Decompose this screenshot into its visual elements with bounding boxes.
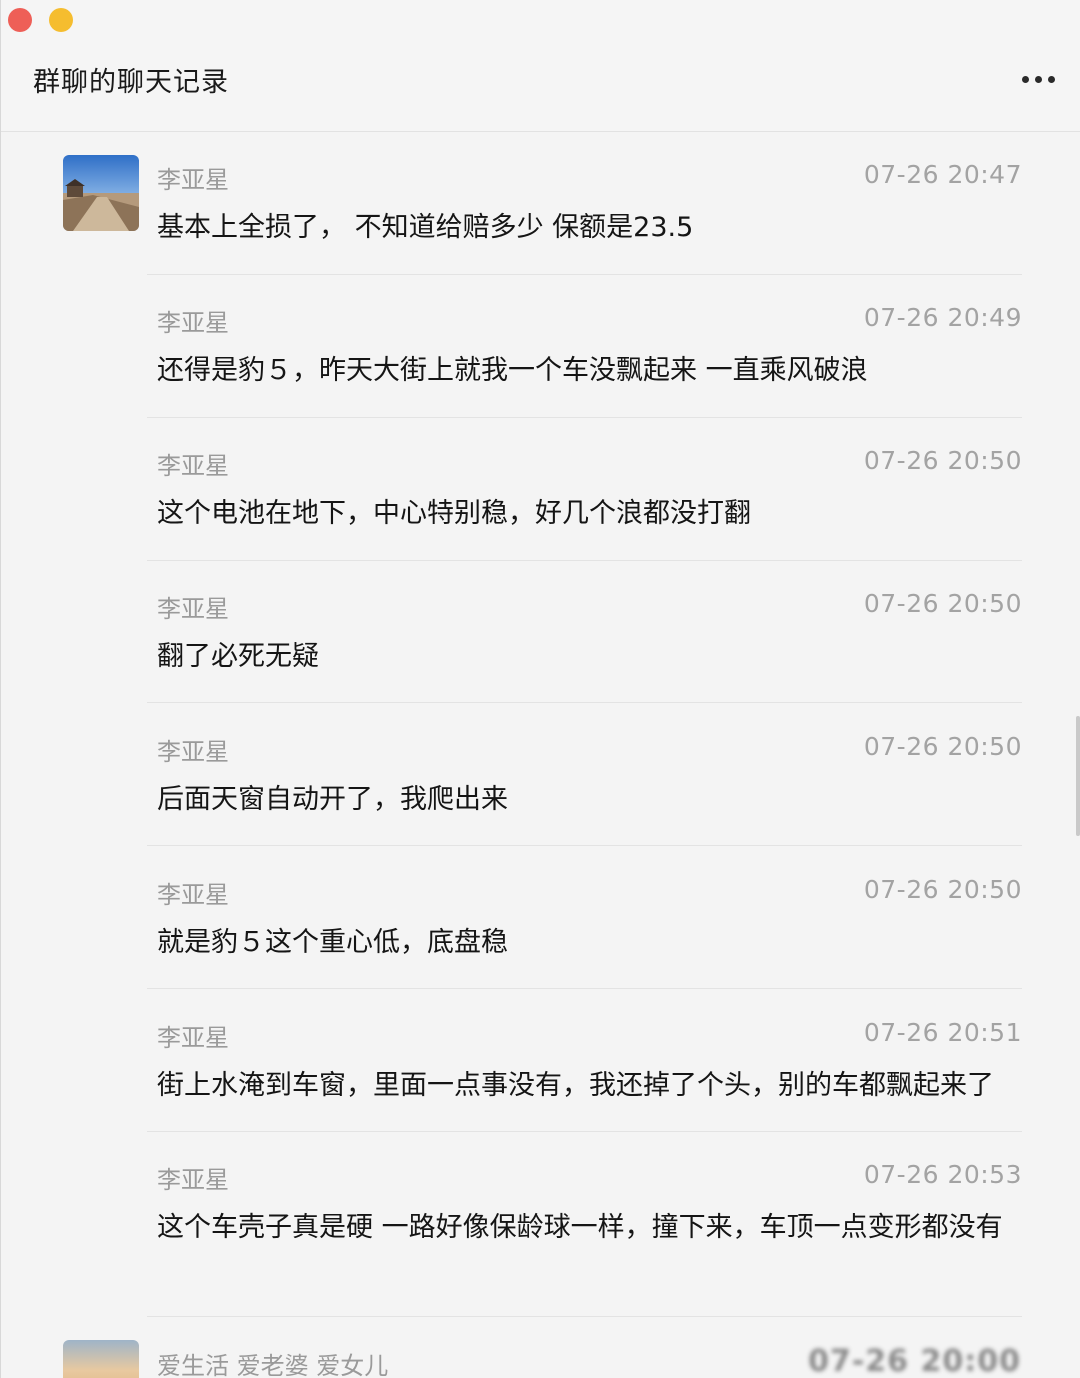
message-time: 07-26 20:53 <box>863 1160 1022 1189</box>
message-text: 基本上全损了， 不知道给赔多少 保额是23.5 <box>157 212 694 243</box>
message-text: 后面天窗自动开了，我爬出来 <box>157 784 508 815</box>
divider <box>147 1131 1022 1132</box>
sender-name: 李亚星 <box>157 595 229 623</box>
message-text: 这个电池在地下，中心特别稳，好几个浪都没打翻 <box>157 498 751 529</box>
sender-name: 李亚星 <box>157 166 229 194</box>
message-item[interactable]: 李亚星 07-26 20:50 这个电池在地下，中心特别稳，好几个浪都没打翻 <box>147 446 1022 529</box>
divider <box>147 845 1022 846</box>
message-time: 07-26 20:47 <box>863 160 1022 189</box>
chat-history-window: 群聊的聊天记录 李亚星 07-26 20:47 基本上全损了， 不知道给赔多少 … <box>0 0 1080 1378</box>
sender-avatar[interactable] <box>63 155 139 231</box>
minimize-button[interactable] <box>49 8 73 32</box>
scrollbar-thumb[interactable] <box>1076 716 1080 836</box>
sender-name: 李亚星 <box>157 1166 229 1194</box>
divider <box>147 417 1022 418</box>
sender-name: 爱生活 爱老婆 爱女儿 <box>157 1352 389 1378</box>
divider <box>147 988 1022 989</box>
message-time: 07-26 20:00 <box>808 1344 1021 1378</box>
close-button[interactable] <box>8 8 32 32</box>
message-item[interactable]: 李亚星 07-26 20:53 这个车壳子真是硬 一路好像保龄球一样，撞下来，车… <box>147 1160 1022 1285</box>
sender-name: 李亚星 <box>157 738 229 766</box>
divider <box>147 702 1022 703</box>
message-item[interactable]: 李亚星 07-26 20:51 街上水淹到车窗，里面一点事没有，我还掉了个头，别… <box>147 1018 1022 1101</box>
sender-avatar[interactable] <box>63 1340 139 1378</box>
message-time: 07-26 20:49 <box>863 303 1022 332</box>
message-item[interactable]: 李亚星 07-26 20:50 就是豹５这个重心低，底盘稳 <box>147 875 1022 958</box>
message-item[interactable]: 李亚星 07-26 20:47 基本上全损了， 不知道给赔多少 保额是23.5 <box>147 160 1022 243</box>
divider <box>147 560 1022 561</box>
message-time: 07-26 20:51 <box>863 1018 1022 1047</box>
message-item[interactable]: 李亚星 07-26 20:50 后面天窗自动开了，我爬出来 <box>147 732 1022 815</box>
message-text: 这个车壳子真是硬 一路好像保龄球一样，撞下来，车顶一点变形都没有 <box>157 1212 1003 1243</box>
window-title: 群聊的聊天记录 <box>33 67 229 98</box>
message-time: 07-26 20:50 <box>863 446 1022 475</box>
title-bar: 群聊的聊天记录 <box>1 0 1080 132</box>
divider <box>147 1316 1022 1317</box>
message-item[interactable]: 李亚星 07-26 20:50 翻了必死无疑 <box>147 589 1022 672</box>
sender-name: 李亚星 <box>157 452 229 480</box>
message-text: 翻了必死无疑 <box>157 641 319 672</box>
message-text: 就是豹５这个重心低，底盘稳 <box>157 927 508 958</box>
message-time: 07-26 20:50 <box>863 732 1022 761</box>
message-text: 还得是豹５，昨天大街上就我一个车没飘起来 一直乘风破浪 <box>157 355 868 386</box>
divider <box>147 274 1022 275</box>
message-item[interactable]: 李亚星 07-26 20:49 还得是豹５，昨天大街上就我一个车没飘起来 一直乘… <box>147 303 1022 386</box>
message-text: 街上水淹到车窗，里面一点事没有，我还掉了个头，别的车都飘起来了 <box>157 1070 994 1101</box>
message-time: 07-26 20:50 <box>863 589 1022 618</box>
sender-name: 李亚星 <box>157 309 229 337</box>
more-dots-icon[interactable] <box>1022 76 1055 83</box>
sender-name: 李亚星 <box>157 1024 229 1052</box>
message-time: 07-26 20:50 <box>863 875 1022 904</box>
sender-name: 李亚星 <box>157 881 229 909</box>
